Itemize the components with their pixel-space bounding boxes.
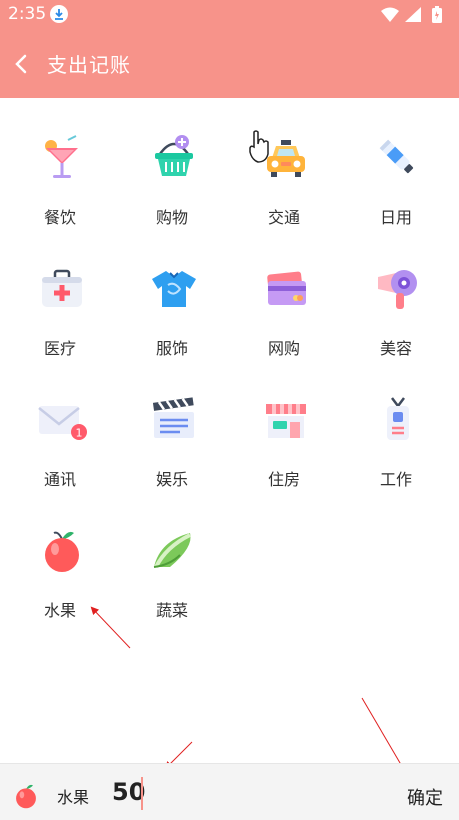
status-bar: 2:35 [0,0,459,30]
category-item-communication[interactable]: 1 通讯 [4,360,116,489]
category-item-medical[interactable]: 医疗 [4,229,116,358]
category-item-clothing[interactable]: 服饰 [116,229,228,358]
category-label: 美容 [379,339,412,358]
basket-icon [155,135,193,176]
text-caret [141,777,143,810]
battery-icon [432,6,442,23]
hair-dryer-icon [378,270,417,309]
category-label: 医疗 [43,339,76,358]
category-item-daily[interactable]: 日用 [340,98,452,227]
category-label: 餐饮 [43,208,76,227]
badge-icon [387,397,409,440]
amount-input-bar: 水果 50 确定 [0,763,459,820]
category-item-dining[interactable]: 餐饮 [4,98,116,227]
chevron-left-icon [15,54,27,74]
toothpaste-icon [379,139,414,174]
page-title: 支出记账 [47,53,131,77]
download-icon [50,5,68,23]
category-item-fruit[interactable]: 水果 [4,491,116,620]
wifi-icon [381,7,399,22]
category-item-work[interactable]: 工作 [340,360,452,489]
shop-icon [266,404,306,438]
apple-icon [16,784,36,809]
category-item-transport[interactable]: 交通 [228,98,340,227]
status-icons [379,6,449,28]
cabbage-icon [153,533,191,568]
hand-cursor-icon [249,130,269,163]
category-item-entertainment[interactable]: 娱乐 [116,360,228,489]
category-label: 住房 [267,470,300,489]
category-grid: 餐饮 购物 交通 日用 医疗 服饰 网购 美容 1 通讯 娱乐 住房 工作 水果… [0,98,459,758]
envelope-icon: 1 [38,406,87,440]
signal-icon [405,7,421,22]
category-item-housing[interactable]: 住房 [228,360,340,489]
category-label: 娱乐 [155,470,188,489]
medical-kit-icon [42,269,82,307]
category-label: 蔬菜 [155,601,188,620]
confirm-button[interactable]: 确定 [407,784,443,810]
category-label: 工作 [379,470,412,489]
shirt-icon [152,271,196,307]
cocktail-icon [45,135,78,178]
category-item-vegetables[interactable]: 蔬菜 [116,491,228,620]
category-item-shopping[interactable]: 购物 [116,98,228,227]
selected-category-label: 水果 [57,788,90,807]
apple-icon [45,531,79,572]
category-label: 购物 [155,208,188,227]
app-bar: 支出记账 [0,30,459,98]
category-item-online-shopping[interactable]: 网购 [228,229,340,358]
cards-icon [267,271,306,305]
back-button[interactable] [10,52,34,76]
category-item-beauty[interactable]: 美容 [340,229,452,358]
category-label: 日用 [379,208,412,227]
message-badge: 1 [76,427,83,440]
status-time: 2:35 [8,4,47,24]
category-label: 网购 [267,339,300,358]
clapperboard-icon [152,397,194,438]
category-label: 水果 [43,601,76,620]
category-label: 服饰 [155,339,188,358]
category-label: 交通 [267,208,300,227]
category-label: 通讯 [43,470,76,489]
